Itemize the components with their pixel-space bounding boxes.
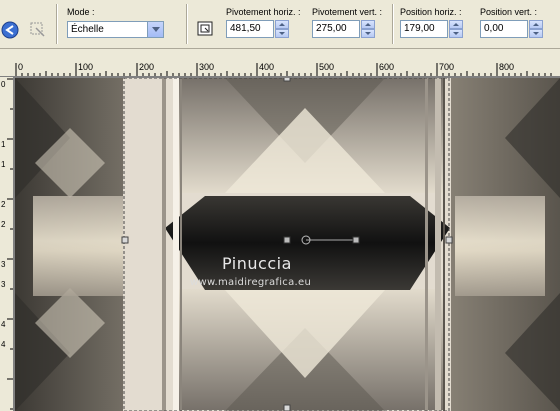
increment-icon[interactable] (275, 20, 289, 29)
position-vertical-input[interactable]: 0,00 (480, 20, 528, 38)
ruler-v-label: 2 (1, 200, 6, 209)
toolbar-separator (392, 4, 394, 44)
ruler-h-label: 200 (139, 62, 154, 72)
ruler-h-label: 700 (439, 62, 454, 72)
toolbar-separator (56, 4, 58, 44)
ruler-h-label: 400 (259, 62, 274, 72)
ruler-h-label: 500 (319, 62, 334, 72)
ruler-v-label: 2 (1, 220, 6, 229)
ruler-v-label: 4 (1, 320, 6, 329)
ruler-v-label: 0 (1, 80, 6, 89)
position-horizontal-label: Position horiz. : (400, 7, 462, 17)
workspace: 0 100 200 300 400 500 600 700 800 0 1 1 … (0, 49, 560, 411)
mode-value: Échelle (71, 24, 104, 35)
position-horizontal-input[interactable]: 179,00 (400, 20, 448, 38)
pivot-vertical-label: Pivotement vert. : (312, 7, 383, 17)
chevron-down-icon[interactable] (147, 22, 163, 37)
increment-icon[interactable] (361, 20, 375, 29)
ruler-v-label: 3 (1, 260, 6, 269)
watermark-name: Pinuccia (222, 254, 292, 273)
position-vertical-label: Position vert. : (480, 7, 538, 17)
ruler-v-label: 3 (1, 280, 6, 289)
pivot-horizontal-input[interactable]: 481,50 (226, 20, 274, 38)
ruler-h-label: 0 (18, 62, 23, 72)
horizontal-ruler: 0 100 200 300 400 500 600 700 800 (0, 49, 560, 77)
preset-icon[interactable] (196, 19, 216, 39)
reset-icon[interactable] (28, 20, 48, 40)
ruler-h-label: 800 (499, 62, 514, 72)
ruler-h-label: 100 (78, 62, 93, 72)
ruler-v-label: 4 (1, 340, 6, 349)
increment-icon[interactable] (529, 20, 543, 29)
ruler-h-label: 300 (199, 62, 214, 72)
ruler-v-label: 1 (1, 160, 6, 169)
decrement-icon[interactable] (449, 29, 463, 38)
decrement-icon[interactable] (361, 29, 375, 38)
watermark-url: www.maidiregrafica.eu (190, 277, 312, 288)
pivot-vertical-input[interactable]: 275,00 (312, 20, 360, 38)
apply-icon[interactable] (1, 21, 21, 41)
increment-icon[interactable] (449, 20, 463, 29)
toolbar-separator (186, 4, 188, 44)
mode-label: Mode : (67, 7, 95, 17)
pivot-horizontal-label: Pivotement horiz. : (226, 7, 301, 17)
mode-select[interactable]: Échelle (67, 21, 164, 38)
toolbar: Mode : Échelle Pivotement horiz. : 481,5… (0, 0, 560, 49)
ruler-v-label: 1 (1, 140, 6, 149)
ruler-h-label: 600 (379, 62, 394, 72)
decrement-icon[interactable] (529, 29, 543, 38)
image-canvas[interactable] (15, 78, 560, 411)
vertical-ruler: 0 1 1 2 2 3 3 4 4 (0, 77, 14, 411)
decrement-icon[interactable] (275, 29, 289, 38)
